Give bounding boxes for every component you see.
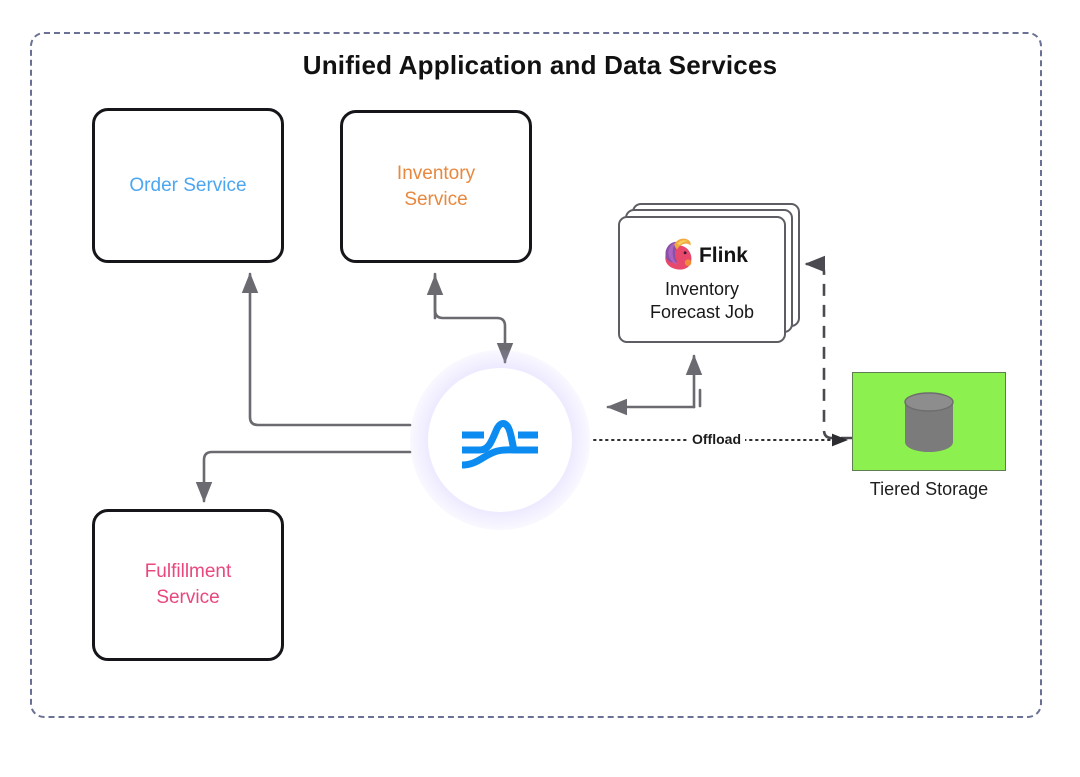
node-flink-inventory-forecast-job[interactable]: Flink Inventory Forecast Job bbox=[618, 203, 803, 343]
node-fulfillment-service[interactable]: Fulfillment Service bbox=[92, 509, 284, 661]
inventory-service-label: Inventory Service bbox=[396, 162, 476, 210]
flink-card-front: Flink Inventory Forecast Job bbox=[618, 216, 786, 343]
diagram-canvas: Unified Application and Data Services Of… bbox=[0, 0, 1080, 777]
fulfillment-service-label: Fulfillment Service bbox=[144, 561, 232, 608]
flink-job-title: Inventory Forecast Job bbox=[649, 278, 755, 322]
apache-pulsar-icon bbox=[461, 420, 538, 469]
apache-flink-squirrel-icon bbox=[665, 238, 692, 270]
offload-label: Offload bbox=[688, 431, 745, 447]
node-tiered-storage[interactable]: Tiered Storage bbox=[852, 372, 1006, 500]
tiered-storage-label: Tiered Storage bbox=[869, 479, 989, 499]
flink-brand-label: Flink bbox=[698, 243, 748, 267]
node-order-service[interactable]: Order Service bbox=[92, 108, 284, 263]
order-service-label: Order Service bbox=[129, 174, 247, 196]
pulsar-disc bbox=[428, 368, 572, 512]
tiered-storage-box bbox=[852, 372, 1006, 471]
node-pulsar-hub[interactable] bbox=[410, 350, 590, 530]
node-inventory-service[interactable]: Inventory Service bbox=[340, 110, 532, 263]
database-cylinder-icon bbox=[904, 391, 954, 452]
page-title: Unified Application and Data Services bbox=[302, 50, 778, 80]
